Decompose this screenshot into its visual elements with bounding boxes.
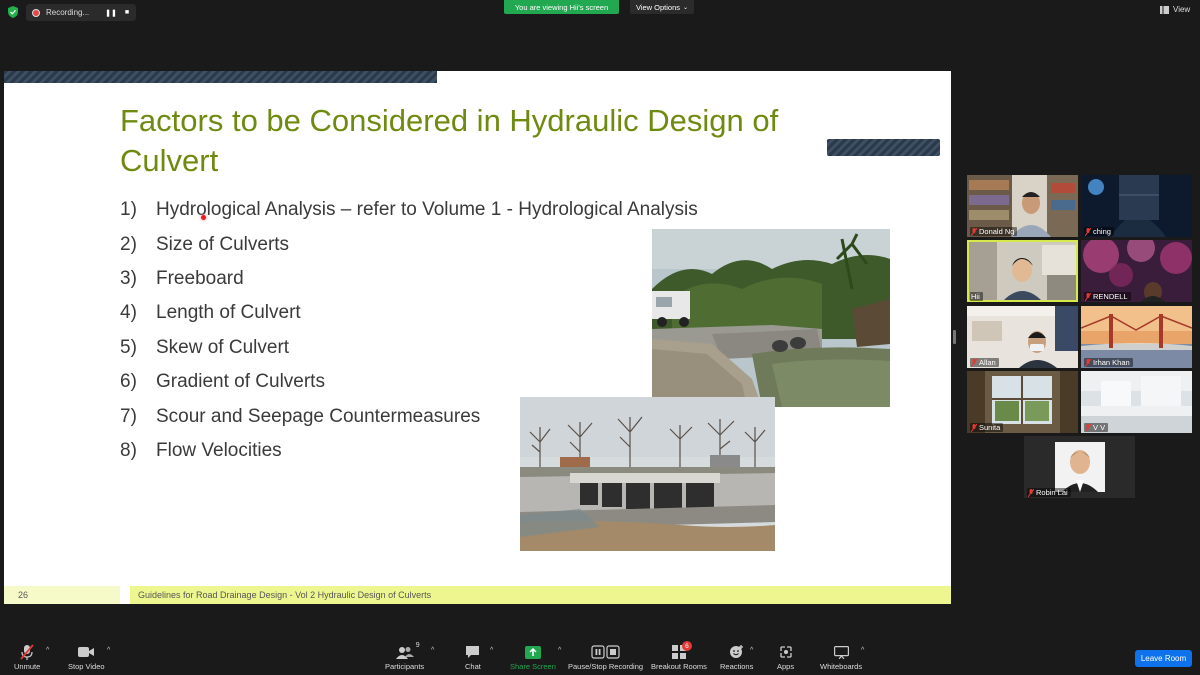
participant-tile-rendell[interactable]: RENDELL <box>1081 240 1192 302</box>
security-shield-icon[interactable] <box>8 6 18 18</box>
stop-video-label: Stop Video <box>68 662 105 671</box>
unmute-label: Unmute <box>14 662 41 671</box>
slide-footer-text: Guidelines for Road Drainage Design - Vo… <box>138 590 432 600</box>
shared-screen-slide: Factors to be Considered in Hydraulic De… <box>4 71 951 604</box>
participant-name-label: Sunita <box>970 423 1004 432</box>
slide-header-stripe <box>4 71 437 83</box>
participant-name-label: Hii <box>970 292 983 301</box>
recording-dot-icon <box>32 8 40 17</box>
muted-mic-icon <box>1028 488 1034 497</box>
slide-footer: 26 Guidelines for Road Drainage Design -… <box>4 586 951 604</box>
list-item: 3) Freeboard <box>120 267 244 289</box>
participants-chevron-icon[interactable]: ^ <box>431 647 434 654</box>
share-options-chevron-icon[interactable]: ^ <box>558 647 561 654</box>
list-item: 2) Size of Culverts <box>120 233 290 255</box>
muted-mic-icon <box>971 423 977 432</box>
apps-icon <box>779 646 792 658</box>
meeting-top-bar: Recording... ❚❚ ■ You are viewing Hii's … <box>0 0 1200 24</box>
participant-name-label: Robin Lai <box>1027 488 1071 497</box>
view-button[interactable]: View <box>1160 5 1190 14</box>
breakout-rooms-badge: 6 <box>681 641 692 651</box>
view-label: View <box>1173 5 1191 14</box>
chat-chevron-icon[interactable]: ^ <box>490 647 493 654</box>
box-culvert-photo <box>520 397 775 551</box>
breakout-rooms-button[interactable]: 6 Breakout Rooms <box>651 641 707 671</box>
participant-name-label: Irhan Khan <box>1084 358 1133 367</box>
share-screen-label: Share Screen <box>510 662 556 671</box>
muted-mic-icon <box>1085 423 1091 432</box>
participant-video <box>967 240 1078 302</box>
breakout-rooms-label: Breakout Rooms <box>651 662 707 671</box>
reactions-label: Reactions <box>720 662 754 671</box>
chat-bubble-icon <box>466 646 480 658</box>
list-item: 4) Length of Culvert <box>120 302 301 324</box>
laser-pointer <box>201 215 206 220</box>
participant-name-label: V V <box>1084 423 1109 432</box>
apps-button[interactable]: Apps <box>777 644 794 671</box>
pause-stop-icon <box>590 645 620 659</box>
slide-page-number: 26 <box>4 586 120 604</box>
muted-mic-icon <box>1085 358 1091 367</box>
view-options-label: View Options <box>635 2 681 12</box>
participant-tile-robin-lai[interactable]: Robin Lai <box>1024 436 1135 498</box>
participant-tile-donald-ng[interactable]: Donald Ng <box>967 175 1078 237</box>
panel-resize-handle[interactable] <box>953 330 956 344</box>
reactions-button[interactable]: Reactions <box>720 644 753 671</box>
participant-name-label: Donald Ng <box>970 227 1018 236</box>
slide-decoration-bar <box>827 139 940 156</box>
participants-count: 9 <box>415 642 420 649</box>
chevron-down-icon: ⌄ <box>683 4 689 11</box>
list-item: 5) Skew of Culvert <box>120 336 290 358</box>
list-item: 6) Gradient of Culverts <box>120 371 325 393</box>
recording-indicator: Recording... ❚❚ ■ <box>26 4 136 21</box>
participant-name-label: ching <box>1084 227 1114 236</box>
microphone-muted-icon <box>20 644 34 660</box>
participant-tile-ching[interactable]: ching <box>1081 175 1192 237</box>
share-screen-button[interactable]: Share Screen <box>510 644 556 671</box>
participant-name-label: RENDELL <box>1084 292 1131 301</box>
chat-button[interactable]: Chat <box>465 644 481 671</box>
participant-tile-irhan-khan[interactable]: Irhan Khan <box>1081 306 1192 368</box>
participant-tile-allan[interactable]: Allan <box>967 306 1078 368</box>
smiley-plus-icon <box>730 645 744 658</box>
reactions-chevron-icon[interactable]: ^ <box>750 647 753 654</box>
whiteboards-button[interactable]: Whiteboards <box>820 644 862 671</box>
share-screen-icon <box>524 645 541 659</box>
participants-label: Participants <box>385 662 425 671</box>
pause-recording-icon[interactable]: ❚❚ <box>105 8 117 18</box>
culvert-photo-truck <box>652 229 890 407</box>
pause-stop-recording-label: Pause/Stop Recording <box>568 662 644 671</box>
participant-tile-hii[interactable]: Hii <box>967 240 1078 302</box>
video-camera-icon <box>78 647 95 657</box>
audio-options-chevron-icon[interactable]: ^ <box>46 647 49 654</box>
muted-mic-icon <box>1085 292 1091 301</box>
unmute-button[interactable]: Unmute <box>14 644 40 671</box>
list-item: 1) Hydrological Analysis – refer to Volum… <box>120 199 698 221</box>
stop-recording-icon[interactable]: ■ <box>122 8 132 18</box>
chat-label: Chat <box>465 662 481 671</box>
muted-mic-icon <box>971 358 977 367</box>
slide-title: Factors to be Considered in Hydraulic De… <box>120 103 779 178</box>
whiteboards-label: Whiteboards <box>820 662 863 671</box>
footer-divider <box>120 586 130 604</box>
participants-button[interactable]: 9 Participants <box>385 642 425 671</box>
viewing-screen-banner: You are viewing Hii's screen <box>504 0 619 14</box>
whiteboards-chevron-icon[interactable]: ^ <box>861 647 864 654</box>
recording-label: Recording... <box>46 8 90 17</box>
participant-name-label: Allan <box>970 358 999 367</box>
stop-video-button[interactable]: Stop Video <box>68 644 105 671</box>
participant-tile-sunita[interactable]: Sunita <box>967 371 1078 433</box>
participant-tile-v-v[interactable]: V V <box>1081 371 1192 433</box>
gallery-view-icon <box>1160 5 1169 14</box>
whiteboard-icon <box>833 645 849 659</box>
pause-stop-recording-button[interactable]: Pause/Stop Recording <box>568 644 643 671</box>
muted-mic-icon <box>971 227 977 236</box>
meeting-toolbar: Unmute ^ Stop Video ^ 9 Participants ^ C… <box>0 638 1200 675</box>
video-options-chevron-icon[interactable]: ^ <box>107 647 110 654</box>
muted-mic-icon <box>1085 227 1091 236</box>
view-options-button[interactable]: View Options ⌄ <box>630 0 694 14</box>
participants-icon <box>395 646 414 659</box>
leave-room-button[interactable]: Leave Room <box>1135 650 1192 667</box>
apps-label: Apps <box>777 662 795 671</box>
